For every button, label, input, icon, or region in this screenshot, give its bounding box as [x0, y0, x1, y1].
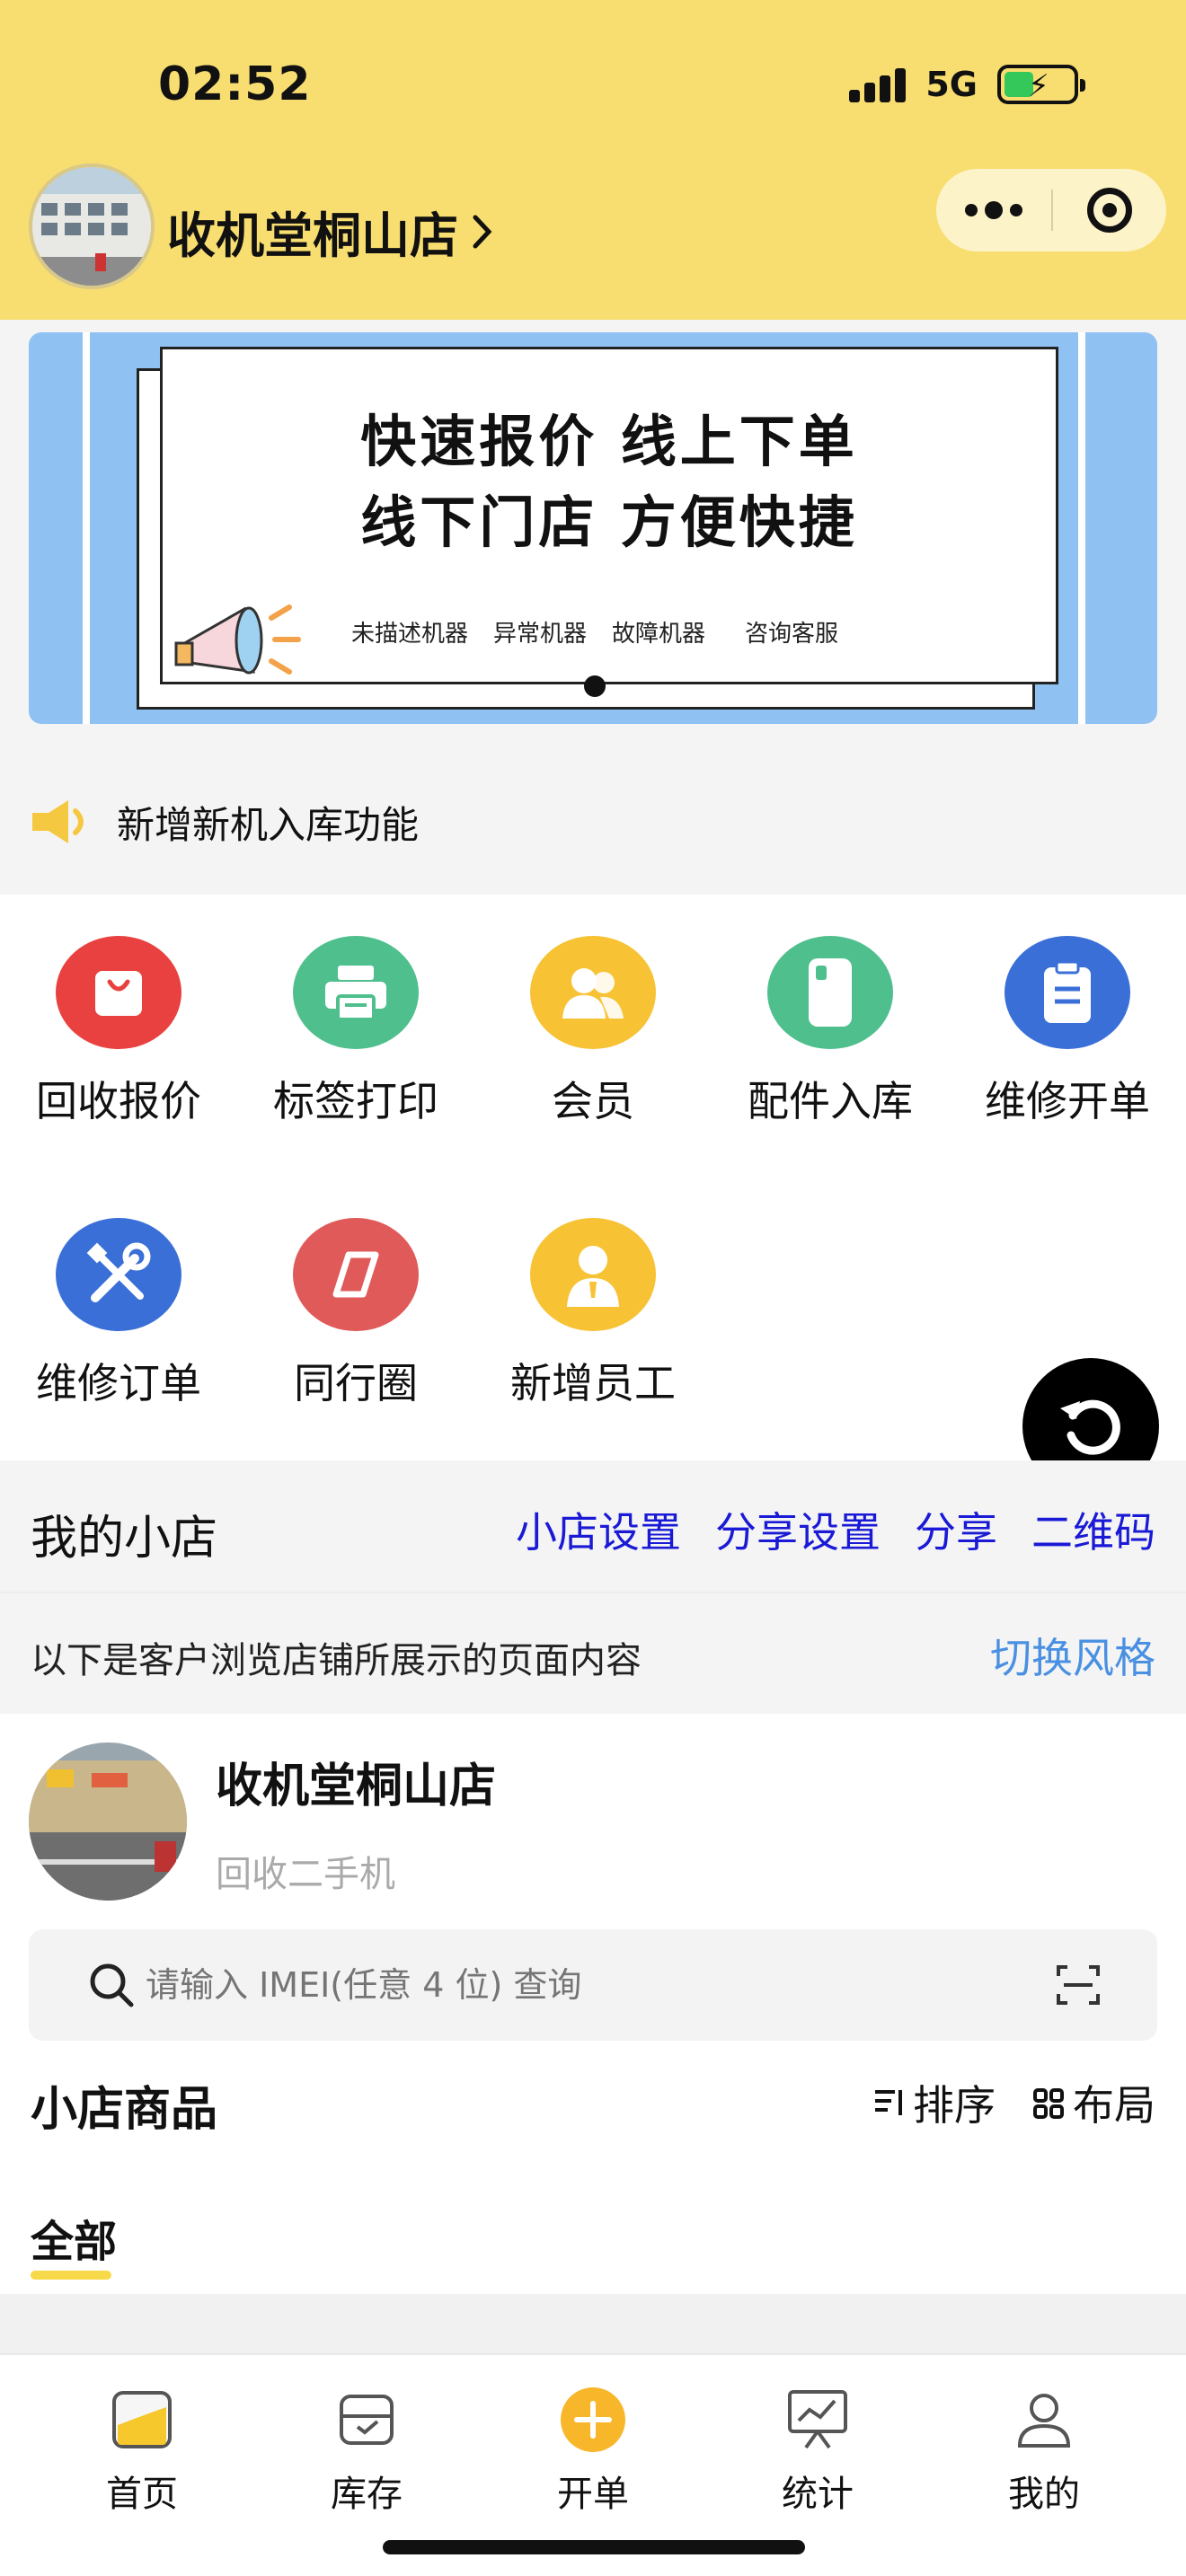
shop-preview-note-text: 以下是客户浏览店铺所展示的页面内容: [31, 1640, 642, 1681]
inventory-icon: [334, 2387, 399, 2452]
grid-item-parts-inbound[interactable]: 配件入库: [712, 895, 949, 1128]
grid-label: 维修订单: [36, 1359, 201, 1407]
banner-headline-2: 线下门店 方便快捷: [360, 490, 858, 555]
sort-button[interactable]: 排序: [872, 2073, 996, 2132]
my-shop-title: 我的小店: [31, 1512, 218, 1566]
shop-subtitle: 回收二手机: [216, 1854, 395, 1895]
tab-inventory[interactable]: 库存: [295, 2387, 438, 2517]
plus-icon: [561, 2387, 625, 2452]
network-label: 5G: [925, 65, 978, 104]
promo-banner[interactable]: 快速报价 线上下单 线下门店 方便快捷 未描述机器 异常机器 故障机器 咨询客服: [29, 332, 1157, 724]
grid-item-members[interactable]: 会员: [474, 895, 712, 1128]
tab-all[interactable]: 全部: [31, 2206, 117, 2269]
phone-icon: [767, 936, 893, 1049]
notice-text: 新增新机入库功能: [117, 802, 420, 847]
banner-tag: 故障机器: [612, 621, 706, 648]
tab-label: 统计: [782, 2474, 854, 2515]
tab-active-indicator: [31, 2271, 111, 2280]
user-icon: [1012, 2387, 1076, 2452]
goods-controls: 排序 布局: [872, 2073, 1155, 2132]
close-miniapp-icon[interactable]: [1053, 188, 1166, 233]
members-icon: [530, 936, 656, 1049]
printer-icon: [293, 936, 419, 1049]
shop-settings-link[interactable]: 小店设置: [516, 1500, 681, 1559]
sort-label: 排序: [913, 2081, 996, 2130]
grid-label: 配件入库: [748, 1077, 913, 1125]
tab-label: 库存: [331, 2474, 403, 2515]
clipboard-icon: [1005, 936, 1130, 1049]
shop-name: 收机堂桐山店: [216, 1760, 497, 1813]
imei-search-bar[interactable]: [29, 1929, 1157, 2041]
battery-icon: ⚡: [997, 65, 1085, 104]
header: 02:52 5G ⚡ 收机堂桐山店: [0, 0, 1186, 320]
staff-icon: [530, 1218, 656, 1331]
sort-icon: [875, 2090, 902, 2115]
tab-mine[interactable]: 我的: [972, 2387, 1116, 2517]
scan-icon[interactable]: [1057, 1965, 1100, 2005]
banner-tag: 异常机器: [493, 621, 588, 648]
status-time: 02:52: [158, 57, 312, 111]
banner-tag: 咨询客服: [745, 621, 839, 648]
notice-bar[interactable]: 新增新机入库功能: [0, 763, 1186, 880]
qrcode-link[interactable]: 二维码: [1031, 1500, 1155, 1559]
signal-icon: [849, 66, 907, 102]
function-grid: 回收报价 标签打印 会员 配件入库 维修开单 维修订单 同行圈 新增员工: [0, 895, 1186, 1460]
grid-item-recycle-quote[interactable]: 回收报价: [0, 895, 237, 1128]
grid-label: 回收报价: [36, 1077, 201, 1125]
store-name: 收机堂桐山店: [167, 207, 458, 264]
miniapp-capsule: [936, 169, 1166, 251]
banner-tag: 未描述机器: [351, 621, 469, 648]
imei-search-input[interactable]: [146, 1965, 936, 2005]
shop-goods-title: 小店商品: [31, 2083, 218, 2137]
home-icon: [110, 2387, 174, 2452]
tab-label: 首页: [106, 2474, 178, 2515]
tab-statistics[interactable]: 统计: [746, 2387, 890, 2517]
grid-label: 标签打印: [273, 1077, 438, 1125]
share-link[interactable]: 分享: [915, 1500, 997, 1559]
tab-label: 开单: [557, 2474, 629, 2515]
my-shop-links: 小店设置 分享设置 分享 二维码: [516, 1500, 1155, 1559]
grid-item-repair-orders[interactable]: 维修订单: [0, 1177, 237, 1410]
compass-icon: [293, 1218, 419, 1331]
banner-tags: 未描述机器 异常机器 故障机器 咨询客服: [351, 615, 838, 648]
grid-label: 会员: [552, 1077, 634, 1125]
content-placeholder: [0, 2294, 1186, 2353]
tab-label: 我的: [1008, 2474, 1080, 2515]
store-avatar[interactable]: [29, 163, 155, 289]
refresh-icon: [1060, 1399, 1120, 1455]
banner-headline-1: 快速报价 线上下单: [360, 409, 858, 474]
tab-create-order[interactable]: 开单: [521, 2387, 665, 2517]
speaker-icon: [32, 800, 84, 843]
grid-item-add-staff[interactable]: 新增员工: [474, 1177, 712, 1410]
megaphone-icon: [174, 604, 301, 675]
chart-icon: [785, 2387, 850, 2452]
tools-icon: [56, 1218, 181, 1331]
grid-item-repair-create[interactable]: 维修开单: [949, 895, 1186, 1128]
switch-style-link[interactable]: 切换风格: [990, 1626, 1155, 1685]
grid-item-peer-circle[interactable]: 同行圈: [237, 1177, 474, 1410]
grid-item-label-print[interactable]: 标签打印: [237, 895, 474, 1128]
layout-button[interactable]: 布局: [1031, 2073, 1155, 2132]
carousel-indicator: [584, 675, 606, 697]
layout-icon: [1033, 2088, 1064, 2119]
bag-icon: [56, 936, 181, 1049]
tab-home[interactable]: 首页: [70, 2387, 214, 2517]
shop-avatar: [29, 1742, 187, 1901]
search-icon: [90, 1963, 134, 2007]
chevron-right-icon: [473, 215, 492, 248]
layout-label: 布局: [1073, 2081, 1155, 2130]
status-indicators: 5G ⚡: [849, 65, 1085, 104]
shop-preview-note: 以下是客户浏览店铺所展示的页面内容 切换风格: [0, 1592, 1186, 1714]
share-settings-link[interactable]: 分享设置: [715, 1500, 881, 1559]
store-title[interactable]: 收机堂桐山店: [167, 196, 492, 267]
more-icon[interactable]: [936, 201, 1051, 219]
grid-label: 同行圈: [294, 1359, 418, 1407]
shop-preview: 收机堂桐山店 回收二手机 小店商品 排序: [0, 1714, 1186, 2360]
grid-label: 新增员工: [510, 1359, 676, 1407]
grid-label: 维修开单: [985, 1077, 1150, 1125]
my-shop-bar: 我的小店 小店设置 分享设置 分享 二维码: [0, 1460, 1186, 1592]
home-indicator: [383, 2540, 805, 2554]
